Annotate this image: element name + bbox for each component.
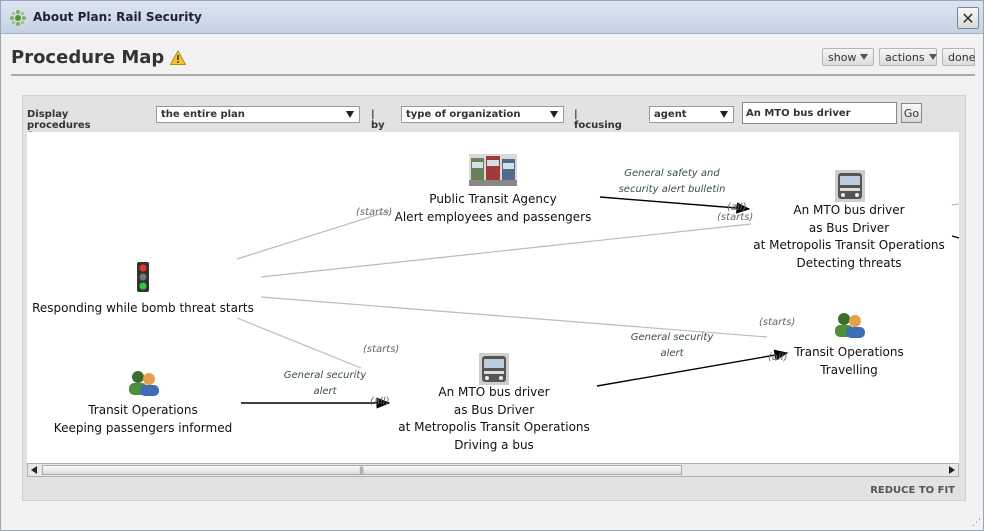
bus-photo-icon bbox=[479, 353, 509, 385]
dropdown-arrow-icon bbox=[550, 111, 558, 118]
procedure-map-panel: Display procedures from the entire plan … bbox=[22, 95, 966, 501]
go-button[interactable]: Go bbox=[901, 103, 922, 123]
actions-label: actions bbox=[885, 50, 925, 64]
node-line: Public Transit Agency bbox=[429, 192, 557, 206]
node-line: Transit Operations bbox=[794, 345, 904, 359]
node-line: Responding while bomb threat starts bbox=[32, 301, 254, 315]
actions-menu-button[interactable]: actions bbox=[879, 48, 937, 66]
node-line: Alert employees and passengers bbox=[394, 209, 592, 224]
all-tag: (all) bbox=[370, 396, 390, 407]
node-line: as Bus Driver bbox=[808, 220, 890, 235]
edge-bomb-to-detect bbox=[260, 223, 752, 278]
node-line: at Metropolis Transit Operations bbox=[753, 238, 945, 252]
node-driver-detecting-threats[interactable]: An MTO bus driver as Bus Driver at Metro… bbox=[749, 202, 949, 272]
dropdown-arrow-icon bbox=[720, 111, 728, 118]
focus-value: agent bbox=[654, 109, 687, 120]
node-line: Travelling bbox=[820, 362, 878, 377]
edge-label-line: General safety and bbox=[624, 168, 720, 179]
chevron-down-icon bbox=[928, 54, 937, 60]
reduce-to-fit-link[interactable]: REDUCE TO FIT bbox=[870, 485, 955, 496]
warning-icon[interactable] bbox=[170, 49, 187, 66]
node-line: as Bus Driver bbox=[453, 402, 535, 417]
edge-label-line: alert bbox=[660, 348, 684, 359]
display-scope-select[interactable]: the entire plan bbox=[156, 106, 360, 123]
edge-label-line: security alert bulletin bbox=[618, 184, 726, 195]
node-line: Driving a bus bbox=[454, 437, 534, 452]
agent-input[interactable]: An MTO bus driver bbox=[742, 102, 897, 124]
node-line: at Metropolis Transit Operations bbox=[398, 420, 590, 434]
procedure-map-canvas[interactable]: Responding while bomb threat starts Tran… bbox=[27, 132, 959, 464]
scroll-left-icon[interactable] bbox=[31, 466, 37, 474]
group-by-value: type of organization bbox=[406, 109, 521, 120]
done-button[interactable]: done bbox=[942, 48, 975, 66]
people-icon bbox=[129, 371, 159, 396]
done-label: done bbox=[948, 50, 976, 64]
close-icon: ✕ bbox=[961, 8, 975, 28]
dropdown-arrow-icon bbox=[346, 111, 354, 118]
by-label: | by bbox=[371, 109, 385, 131]
scroll-right-icon[interactable] bbox=[949, 466, 955, 474]
edge-bomb-to-agency bbox=[236, 210, 390, 260]
starts-tag: (starts) bbox=[356, 207, 393, 218]
page-heading: Procedure Map bbox=[11, 47, 187, 68]
show-label: show bbox=[828, 50, 857, 64]
node-line: Detecting threats bbox=[796, 255, 902, 270]
edge-label-line: alert bbox=[313, 386, 337, 397]
edge-label-line: General security bbox=[630, 332, 714, 343]
display-scope-value: the entire plan bbox=[161, 109, 245, 120]
node-driver-driving-bus[interactable]: An MTO bus driver as Bus Driver at Metro… bbox=[394, 384, 594, 454]
show-menu-button[interactable]: show bbox=[822, 48, 874, 66]
page-title: Procedure Map bbox=[11, 47, 165, 68]
edge-offscreen-2 bbox=[951, 235, 959, 239]
starts-tag: (starts) bbox=[759, 317, 796, 328]
node-line: An MTO bus driver bbox=[438, 385, 550, 399]
edge-label-line: General security bbox=[283, 370, 367, 381]
grip-icon: ||| bbox=[359, 466, 364, 474]
scrollbar-thumb[interactable]: ||| bbox=[42, 465, 682, 475]
traffic-light-icon bbox=[137, 262, 149, 292]
node-transit-ops-informing[interactable]: Transit Operations Keeping passengers in… bbox=[27, 402, 259, 437]
starts-tag: (starts) bbox=[717, 212, 754, 223]
all-tag: (all) bbox=[768, 352, 788, 363]
starts-tag: (starts) bbox=[363, 344, 400, 355]
chevron-down-icon bbox=[860, 54, 869, 60]
edge-label-bulletin: General safety and security alert bullet… bbox=[602, 166, 742, 198]
resize-grip-icon[interactable]: ⋰ bbox=[972, 518, 981, 528]
edge-bomb-to-driving bbox=[236, 317, 362, 369]
focus-select[interactable]: agent bbox=[649, 106, 734, 123]
edge-label-alert-top: General security alert bbox=[617, 330, 727, 362]
people-icon bbox=[835, 313, 865, 338]
edge-label-alert-bottom: General security alert bbox=[270, 368, 380, 400]
close-button[interactable]: ✕ bbox=[957, 7, 979, 29]
edge-offscreen-1 bbox=[951, 203, 959, 206]
about-plan-window: About Plan: Rail Security ✕ Procedure Ma… bbox=[0, 0, 984, 531]
node-public-transit-agency[interactable]: Public Transit Agency Alert employees an… bbox=[393, 191, 593, 226]
plan-icon bbox=[10, 10, 26, 26]
group-by-select[interactable]: type of organization bbox=[401, 106, 564, 123]
buses-photo-icon bbox=[469, 154, 517, 186]
node-line: Transit Operations bbox=[88, 403, 198, 417]
window-title: About Plan: Rail Security bbox=[33, 10, 202, 24]
node-line: Keeping passengers informed bbox=[53, 420, 233, 435]
title-bar: About Plan: Rail Security ✕ bbox=[1, 1, 983, 34]
horizontal-scrollbar[interactable]: ||| bbox=[27, 463, 959, 477]
heading-divider bbox=[11, 74, 975, 76]
node-line: An MTO bus driver bbox=[793, 203, 905, 217]
bus-photo-icon bbox=[835, 170, 865, 202]
node-transit-ops-travelling[interactable]: Transit Operations Travelling bbox=[779, 344, 919, 379]
node-responding-bomb-threat[interactable]: Responding while bomb threat starts bbox=[27, 300, 259, 318]
